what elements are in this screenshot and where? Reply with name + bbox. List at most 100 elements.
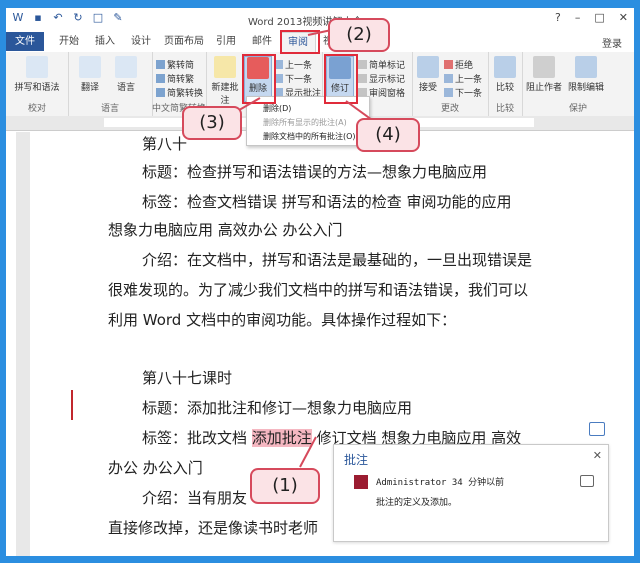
word-icon: W — [12, 11, 24, 24]
markup-icon — [358, 74, 367, 83]
translate-button[interactable]: 翻译 — [74, 56, 106, 93]
show-markup-label: 显示标记 — [369, 75, 406, 85]
compare-icon — [494, 56, 516, 78]
restrict-editing-label: 限制编辑 — [567, 83, 604, 93]
translate-label: 翻译 — [80, 83, 99, 93]
tab-insert[interactable]: 插入 — [88, 32, 122, 51]
tab-design[interactable]: 设计 — [124, 32, 158, 51]
prev-change-button[interactable]: 上一条 — [444, 72, 482, 85]
group-language: 翻译 语言 语言 — [68, 52, 153, 116]
highlight-track — [324, 54, 358, 104]
spelling-button[interactable]: 拼写和语法 — [12, 56, 62, 93]
group-label-changes: 更改 — [440, 104, 459, 114]
group-label-language: 语言 — [100, 104, 119, 114]
doc-line: 第八十 — [142, 135, 188, 153]
new-comment-button[interactable]: 新建批注 — [208, 56, 242, 106]
commented-text[interactable]: 添加批注 — [251, 429, 312, 447]
close-pane-icon[interactable]: ✕ — [593, 449, 602, 462]
undo-icon[interactable]: ↶ — [52, 12, 64, 24]
word-window: W ▪ ↶ ↻ □ ✎ Word 2013视频讲解大全 ? – □ ✕ 文件 开… — [6, 8, 634, 556]
restrict-editing-button[interactable]: 限制编辑 — [566, 56, 606, 93]
translate-icon — [79, 56, 101, 78]
t2s-button[interactable]: 简转繁 — [156, 72, 194, 85]
doc-line: 标签：检查文档错误 拼写和语法的检查 审阅功能的应用 — [142, 193, 512, 211]
delete-all-item[interactable]: 删除文档中的所有批注(O) — [263, 131, 356, 142]
convert-icon — [156, 60, 165, 69]
comment-pane-title: 批注 — [344, 453, 369, 467]
doc-line: 标题：检查拼写和语法错误的方法—想象力电脑应用 — [142, 163, 488, 181]
comment-text[interactable]: 批注的定义及添加。 — [376, 495, 457, 508]
lock-icon — [575, 56, 597, 78]
tab-home[interactable]: 开始 — [52, 32, 86, 51]
doc-line: 介绍：在文档中，拼写和语法是最基础的，一旦出现错误是 — [142, 251, 533, 269]
block-authors-icon — [533, 56, 555, 78]
doc-line: 想象力电脑应用 高效办公 办公入门 — [108, 221, 343, 239]
doc-line: 介绍：当有朋友 — [142, 489, 248, 507]
convert-button[interactable]: 简繁转换 — [156, 86, 203, 99]
language-icon — [115, 56, 137, 78]
group-protect: 阻止作者 限制编辑 保护 — [522, 52, 634, 116]
ribbon-tabs: 文件 开始 插入 设计 页面布局 引用 邮件 审阅 视图 登录 — [6, 32, 634, 53]
new-doc-icon[interactable]: □ — [92, 12, 104, 24]
new-comment-icon — [214, 56, 236, 78]
prev-comment-label: 上一条 — [285, 61, 313, 71]
delete-shown-item[interactable]: 删除所有显示的批注(A) — [263, 117, 347, 128]
group-label-protect: 保护 — [568, 104, 587, 114]
tab-file[interactable]: 文件 — [6, 32, 44, 51]
tab-layout[interactable]: 页面布局 — [161, 32, 207, 51]
login-link[interactable]: 登录 — [602, 35, 622, 50]
group-label-compare: 比较 — [495, 104, 514, 114]
group-proofing: 拼写和语法 校对 — [6, 52, 69, 116]
convert-icon — [156, 88, 165, 97]
close-icon[interactable]: ✕ — [619, 11, 628, 24]
callout-2: (2) — [328, 18, 390, 52]
change-bar — [71, 390, 73, 420]
callout-4: (4) — [356, 118, 420, 152]
block-authors-button[interactable]: 阻止作者 — [526, 56, 562, 93]
reject-button[interactable]: 拒绝 — [444, 58, 473, 71]
reply-icon[interactable] — [580, 475, 594, 487]
t2s-label: 简转繁 — [167, 75, 195, 85]
simple-markup-select[interactable]: 简单标记 — [358, 58, 405, 71]
tab-mailings[interactable]: 邮件 — [245, 32, 279, 51]
prev-comment-button[interactable]: 上一条 — [274, 58, 312, 71]
comment-bubble-icon[interactable] — [589, 422, 605, 436]
compare-button[interactable]: 比较 — [492, 56, 518, 93]
simple-markup-label: 简单标记 — [369, 61, 406, 71]
window-controls: ? – □ ✕ — [555, 11, 628, 24]
doc-line: 办公 办公入门 — [108, 459, 203, 477]
group-label-proofing: 校对 — [27, 104, 46, 114]
prev-change-label: 上一条 — [455, 75, 483, 85]
block-authors-label: 阻止作者 — [526, 83, 563, 93]
maximize-icon[interactable]: □ — [594, 11, 604, 24]
redo-icon[interactable]: ↻ — [72, 12, 84, 24]
tab-references[interactable]: 引用 — [209, 32, 243, 51]
show-markup-select[interactable]: 显示标记 — [358, 72, 405, 85]
convert-label: 简繁转换 — [167, 89, 204, 99]
new-comment-label: 新建批注 — [211, 83, 239, 106]
accept-button[interactable]: 接受 — [416, 56, 440, 93]
next-change-button[interactable]: 下一条 — [444, 86, 482, 99]
title-bar: W ▪ ↶ ↻ □ ✎ Word 2013视频讲解大全 ? – □ ✕ — [6, 8, 634, 32]
delete-item[interactable]: 删除(D) — [263, 103, 291, 114]
callout-1: (1) — [250, 468, 320, 504]
save-icon[interactable]: ▪ — [32, 12, 44, 24]
doc-line: 标题：添加批注和修订—想象力电脑应用 — [142, 399, 413, 417]
doc-line: 利用 Word 文档中的审阅功能。具体操作过程如下： — [108, 311, 457, 329]
spelling-label: 拼写和语法 — [14, 83, 60, 93]
s2t-button[interactable]: 繁转简 — [156, 58, 194, 71]
paint-icon[interactable]: ✎ — [112, 12, 124, 24]
doc-line: 直接修改掉，还是像读书时老师 — [108, 519, 319, 537]
group-changes: 接受 拒绝 上一条 下一条 更改 — [412, 52, 489, 116]
next-comment-button[interactable]: 下一条 — [274, 72, 312, 85]
comment-pane: 批注 ✕ Administrator 34 分钟以前 批注的定义及添加。 — [333, 444, 609, 542]
tags-prefix: 标签：批改文档 — [142, 429, 252, 447]
minimize-icon[interactable]: – — [575, 11, 581, 24]
help-icon[interactable]: ? — [555, 11, 561, 24]
language-button[interactable]: 语言 — [110, 56, 142, 93]
vertical-ruler — [16, 132, 30, 556]
compare-label: 比较 — [495, 83, 514, 93]
spellcheck-icon — [26, 56, 48, 78]
review-pane-label: 审阅窗格 — [369, 89, 406, 99]
prev-icon — [444, 74, 453, 83]
